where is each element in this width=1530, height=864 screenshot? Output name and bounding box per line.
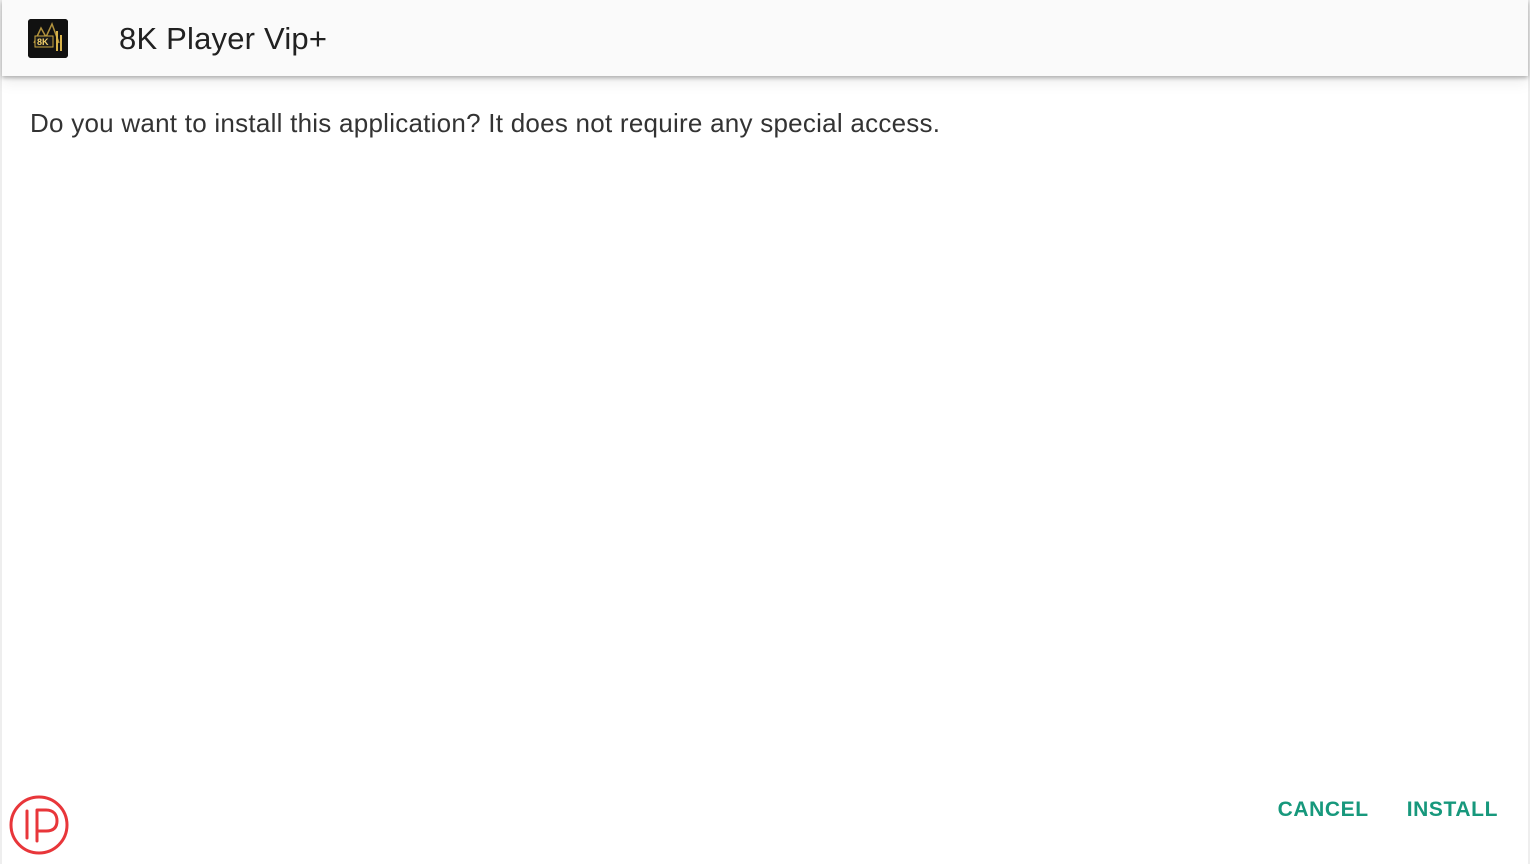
- app-icon-label: 8K: [37, 37, 49, 47]
- cancel-button[interactable]: CANCEL: [1278, 796, 1369, 824]
- install-dialog-screen: 8K 8K Player Vip+ Do you want to install…: [0, 0, 1530, 864]
- install-button[interactable]: INSTALL: [1407, 796, 1498, 824]
- iptv-logo-watermark-icon: [8, 794, 70, 856]
- app-icon: 8K: [28, 19, 68, 58]
- install-message: Do you want to install this application?…: [30, 108, 941, 138]
- app-header: 8K 8K Player Vip+: [2, 0, 1528, 76]
- dialog-actions: CANCEL INSTALL: [1278, 796, 1498, 824]
- app-title: 8K Player Vip+: [119, 21, 328, 56]
